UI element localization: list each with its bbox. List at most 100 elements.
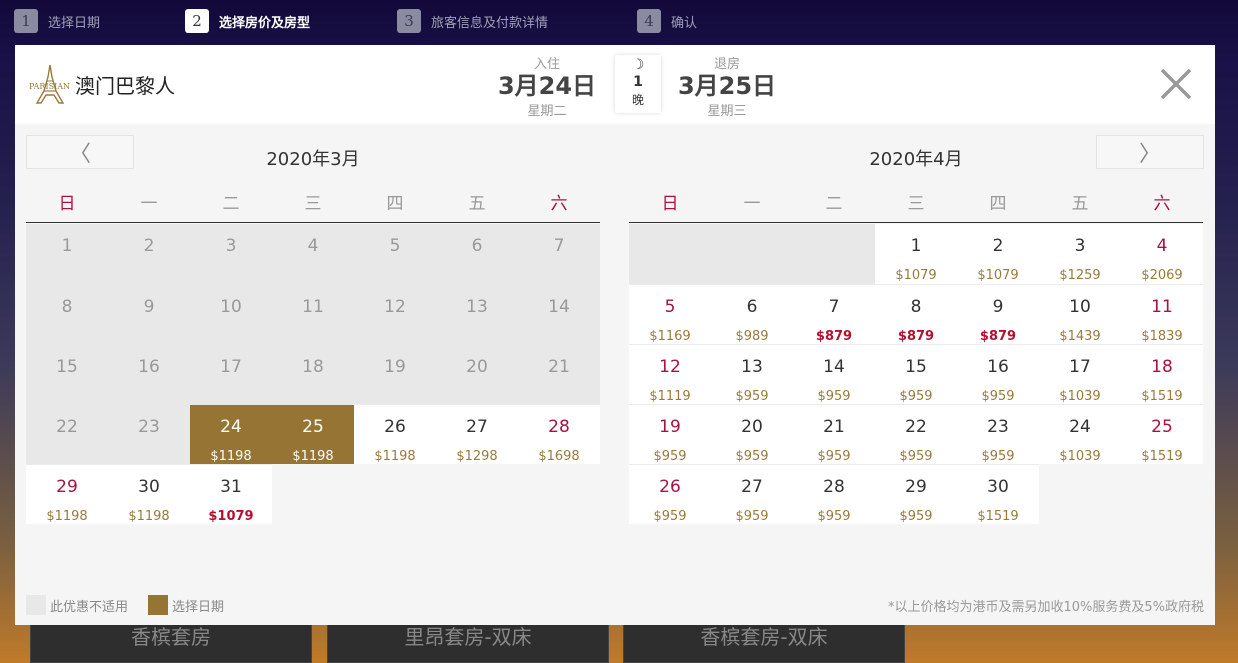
day-number: 25 bbox=[1151, 417, 1173, 437]
day-cell[interactable]: 26 $959 bbox=[629, 464, 711, 524]
day-price: $1198 bbox=[210, 449, 252, 464]
day-cell[interactable]: 25 $1519 bbox=[1121, 404, 1203, 464]
day-price: $989 bbox=[735, 329, 769, 344]
day-cell[interactable]: 27 $959 bbox=[711, 464, 793, 524]
weekday-label: 五 bbox=[1071, 194, 1089, 214]
day-number: 18 bbox=[302, 357, 324, 377]
day-cell[interactable]: 11 $1839 bbox=[1121, 284, 1203, 344]
day-cell[interactable]: 2 $1079 bbox=[957, 224, 1039, 284]
day-number: 8 bbox=[910, 297, 922, 317]
day-cell: 16 bbox=[108, 344, 190, 404]
day-cell[interactable]: 4 $2069 bbox=[1121, 224, 1203, 284]
day-number: 6 bbox=[471, 236, 483, 256]
day-number: 11 bbox=[1151, 297, 1173, 317]
step-number: 1 bbox=[14, 9, 38, 33]
checkin-label: 入住 bbox=[533, 57, 560, 72]
day-cell[interactable]: 24 $1039 bbox=[1039, 404, 1121, 464]
day-cell[interactable]: 23 $959 bbox=[957, 404, 1039, 464]
day-cell[interactable]: 6 $989 bbox=[711, 284, 793, 344]
day-number: 13 bbox=[741, 357, 763, 377]
day-price: $959 bbox=[653, 449, 687, 464]
day-number: 17 bbox=[220, 357, 242, 377]
step-1[interactable]: 1 选择日期 bbox=[14, 9, 100, 33]
day-cell[interactable]: 20 $959 bbox=[711, 404, 793, 464]
weekday-label: 一 bbox=[743, 194, 761, 214]
day-cell[interactable]: 17 $1039 bbox=[1039, 344, 1121, 404]
day-number: 17 bbox=[1069, 357, 1091, 377]
checkin-weekday: 星期二 bbox=[527, 104, 567, 119]
day-number: 21 bbox=[823, 417, 845, 437]
day-price: $1519 bbox=[1141, 389, 1183, 404]
day-cell[interactable]: 15 $959 bbox=[875, 344, 957, 404]
day-cell[interactable]: 26 $1198 bbox=[354, 404, 436, 464]
day-cell[interactable]: 22 $959 bbox=[875, 404, 957, 464]
day-cell[interactable]: 5 $1169 bbox=[629, 284, 711, 344]
day-cell[interactable]: 31 $1079 bbox=[190, 464, 272, 524]
day-number: 1 bbox=[910, 236, 922, 256]
step-3[interactable]: 3 旅客信息及付款详情 bbox=[397, 9, 548, 33]
day-number: 2 bbox=[992, 236, 1004, 256]
day-cell[interactable]: 18 $1519 bbox=[1121, 344, 1203, 404]
empty-days bbox=[629, 224, 875, 284]
weekday-label: 四 bbox=[386, 194, 404, 214]
day-price: $959 bbox=[981, 389, 1015, 404]
day-number: 22 bbox=[56, 417, 78, 437]
checkout-weekday: 星期三 bbox=[707, 104, 747, 119]
day-price: $1198 bbox=[128, 509, 170, 524]
day-cell[interactable]: 28 $959 bbox=[793, 464, 875, 524]
day-cell[interactable]: 16 $959 bbox=[957, 344, 1039, 404]
day-cell: 9 bbox=[108, 284, 190, 344]
day-number: 14 bbox=[823, 357, 845, 377]
day-cell[interactable]: 3 $1259 bbox=[1039, 224, 1121, 284]
day-number: 15 bbox=[905, 357, 927, 377]
day-cell[interactable]: 30 $1519 bbox=[957, 464, 1039, 524]
day-number: 26 bbox=[659, 477, 681, 497]
day-price: $959 bbox=[735, 389, 769, 404]
day-number: 11 bbox=[302, 297, 324, 317]
modal-header: PARISIAN 澳门巴黎人 入住 3月24日 星期二 ☽ 1 晚 退房 3月2… bbox=[15, 45, 1215, 124]
checkout-date: 3月25日 bbox=[677, 72, 777, 100]
day-cell: 11 bbox=[272, 284, 354, 344]
day-cell: 15 bbox=[26, 344, 108, 404]
step-number: 3 bbox=[397, 9, 421, 33]
day-cell[interactable]: 13 $959 bbox=[711, 344, 793, 404]
day-cell[interactable]: 8 $879 bbox=[875, 284, 957, 344]
day-cell[interactable]: 12 $1119 bbox=[629, 344, 711, 404]
day-number: 19 bbox=[384, 357, 406, 377]
day-cell[interactable]: 21 $959 bbox=[793, 404, 875, 464]
day-cell[interactable]: 19 $959 bbox=[629, 404, 711, 464]
day-number: 14 bbox=[548, 297, 570, 317]
day-price: $1839 bbox=[1141, 329, 1183, 344]
day-price: $1039 bbox=[1059, 389, 1101, 404]
day-price: $1198 bbox=[292, 449, 334, 464]
step-4[interactable]: 4 确认 bbox=[637, 9, 697, 33]
day-cell[interactable]: 9 $879 bbox=[957, 284, 1039, 344]
day-number: 25 bbox=[302, 417, 324, 437]
day-number: 21 bbox=[548, 357, 570, 377]
step-2[interactable]: 2 选择房价及房型 bbox=[185, 9, 310, 33]
day-cell: 12 bbox=[354, 284, 436, 344]
day-number: 3 bbox=[1074, 236, 1086, 256]
day-cell[interactable]: 27 $1298 bbox=[436, 404, 518, 464]
day-cell[interactable]: 30 $1198 bbox=[108, 464, 190, 524]
selected-swatch bbox=[148, 595, 169, 615]
day-cell[interactable]: 29 $1198 bbox=[26, 464, 108, 524]
day-price: $1119 bbox=[649, 389, 691, 404]
day-cell[interactable]: 14 $959 bbox=[793, 344, 875, 404]
day-number: 9 bbox=[143, 297, 155, 317]
day-cell[interactable]: 29 $959 bbox=[875, 464, 957, 524]
day-cell[interactable]: 28 $1698 bbox=[518, 404, 600, 464]
day-cell: 20 bbox=[436, 344, 518, 404]
close-icon[interactable] bbox=[1157, 65, 1195, 103]
day-cell[interactable]: 7 $879 bbox=[793, 284, 875, 344]
day-cell[interactable]: 24 $1198 bbox=[190, 404, 272, 464]
nights-label: 晚 bbox=[631, 93, 644, 107]
day-cell[interactable]: 10 $1439 bbox=[1039, 284, 1121, 344]
day-price: $1198 bbox=[46, 509, 88, 524]
day-number: 28 bbox=[548, 417, 570, 437]
day-number: 27 bbox=[741, 477, 763, 497]
day-cell: 1 bbox=[26, 224, 108, 284]
day-cell[interactable]: 1 $1079 bbox=[875, 224, 957, 284]
day-cell: 21 bbox=[518, 344, 600, 404]
day-cell[interactable]: 25 $1198 bbox=[272, 404, 354, 464]
